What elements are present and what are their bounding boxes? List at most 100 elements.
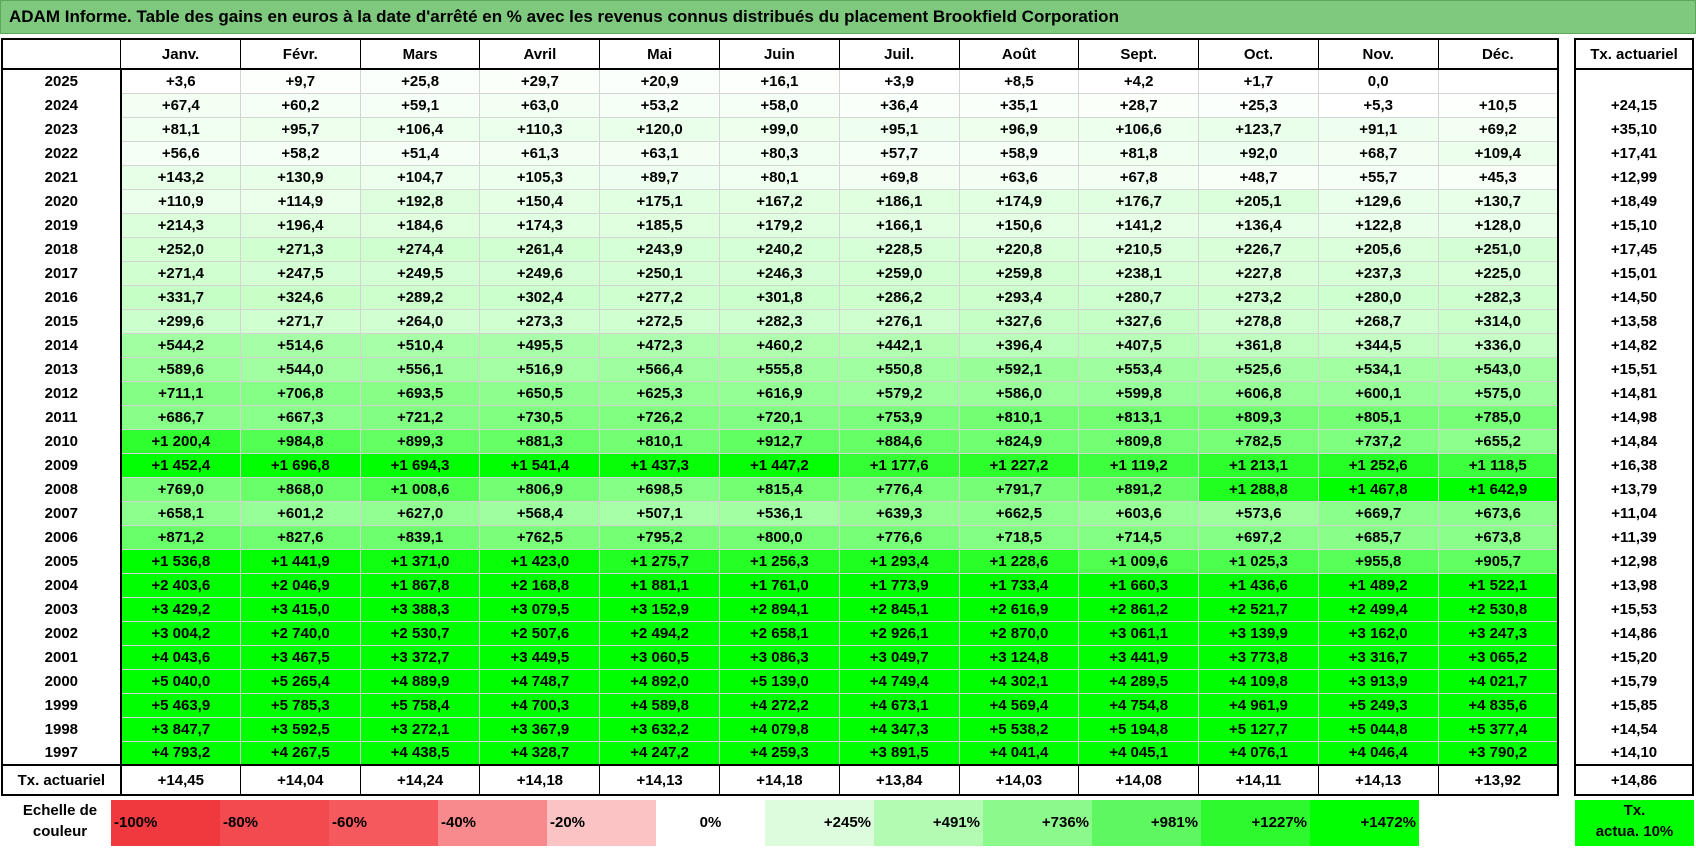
gain-cell: +186,1 (838, 188, 960, 214)
table-row: 2020 +110,9 +114,9 +192,8 +150,4 +175,1 +167,2… (2, 188, 1559, 214)
gain-cell: +28,7 (1078, 92, 1200, 118)
gain-cell: +3 467,5 (239, 644, 361, 670)
actuarial-rate-cell: +15,79 (1610, 672, 1658, 690)
gain-cell: +3,6 (120, 68, 241, 94)
actuarial-rate-row: +24,15 (1575, 93, 1693, 117)
gain-cell: +881,3 (479, 428, 601, 454)
table-row: 2015 +299,6 +271,7 +264,0 +273,3 +272,5 +282,3… (2, 308, 1559, 334)
gain-cell: +2 499,4 (1317, 596, 1439, 622)
gain-cell: +4 109,8 (1198, 668, 1319, 694)
gain-cell: +280,7 (1078, 284, 1200, 310)
gain-cell: +228,5 (838, 236, 960, 262)
gain-cell: +3 429,2 (120, 596, 241, 622)
gain-cell: +1 441,9 (239, 548, 361, 574)
gain-cell: +3 079,5 (479, 596, 601, 622)
actuarial-rate-cell: +15,10 (1610, 216, 1658, 234)
gain-cell: +4 438,5 (359, 740, 481, 766)
actuarial-rate-cell: +14,10 (1610, 744, 1658, 761)
gain-cell: +1 536,8 (120, 548, 241, 574)
gain-cell: +277,2 (599, 284, 720, 310)
gain-cell: +809,8 (1078, 428, 1200, 454)
gain-cell: +1 423,0 (479, 548, 601, 574)
total-rate-cell: +14,13 (1317, 764, 1439, 796)
actuarial-rate-row: +12,99 (1575, 165, 1693, 189)
total-rate-cell: +14,24 (359, 764, 480, 796)
gain-cell: +884,6 (838, 428, 960, 454)
actuarial-rate-cell: +35,10 (1610, 120, 1658, 138)
gain-cell: +2 894,1 (719, 596, 840, 622)
gain-cell: +3 152,9 (599, 596, 720, 622)
color-scale-label-line2: couleur (32, 823, 88, 840)
year-label: 2025 (2, 69, 122, 93)
gain-cell: +282,3 (1437, 284, 1559, 310)
actuarial-rate-cell: +15,51 (1610, 360, 1658, 378)
gain-cell: +1 522,1 (1437, 572, 1559, 598)
month-header: Juin (719, 39, 840, 70)
gain-cell: +1 467,8 (1317, 476, 1439, 502)
actuarial-legend-line2: actua. 10% (1595, 823, 1674, 840)
gain-cell: +80,1 (719, 164, 840, 190)
year-label: 2012 (2, 381, 122, 405)
gain-cell: +791,7 (958, 476, 1080, 502)
gain-cell: +673,8 (1437, 524, 1559, 550)
actuarial-rate-row: +16,38 (1575, 453, 1693, 477)
gain-cell: +720,1 (719, 404, 840, 430)
gain-cell: +5 463,9 (120, 692, 241, 718)
gain-cell: +4 569,4 (958, 692, 1080, 718)
gain-cell: +3 272,1 (359, 716, 481, 742)
gain-cell: +2 507,6 (479, 620, 601, 646)
gain-cell: +4 835,6 (1437, 692, 1559, 718)
gain-cell: +737,2 (1317, 428, 1439, 454)
color-scale-swatch: 0% (656, 800, 765, 846)
gain-cell: +460,2 (719, 332, 840, 358)
actuarial-rate-cell: +14,81 (1610, 384, 1658, 402)
month-header: Mai (599, 39, 720, 70)
actuarial-rate-row: +11,04 (1575, 501, 1693, 525)
gain-cell: +575,0 (1437, 380, 1559, 406)
gain-cell: +81,1 (120, 116, 241, 142)
gain-cell: +331,7 (120, 284, 241, 310)
gain-cell: +667,3 (239, 404, 361, 430)
gain-cell: +4 700,3 (479, 692, 601, 718)
gain-cell: +553,4 (1078, 356, 1200, 382)
gain-cell: +251,0 (1437, 236, 1559, 262)
gain-cell: +249,6 (479, 260, 601, 286)
year-label: 2005 (2, 549, 122, 573)
gain-cell: +114,9 (239, 188, 361, 214)
gain-cell: +2 494,2 (599, 620, 720, 646)
actuarial-rate-cell: +15,01 (1610, 264, 1658, 282)
gain-cell: +3 316,7 (1317, 644, 1439, 670)
gain-cell: +543,0 (1437, 356, 1559, 382)
gain-cell: +4 749,4 (838, 668, 960, 694)
gain-cell: +25,3 (1198, 92, 1319, 118)
color-scale-swatch: -80% (220, 800, 329, 846)
actuarial-rate-cell: +11,04 (1611, 504, 1657, 522)
color-scale-legend: Echelle de couleur -100% -80% -60% -40% -20%… (0, 798, 1696, 848)
gain-cell: +685,7 (1317, 524, 1439, 550)
gain-cell: +721,2 (359, 404, 481, 430)
gain-cell: +63,0 (479, 92, 601, 118)
color-scale-swatch: -40% (438, 800, 547, 846)
gain-cell: +769,0 (120, 476, 241, 502)
gain-cell: +1 025,3 (1198, 548, 1319, 574)
total-rate-cell: +14,45 (120, 764, 241, 796)
gain-cell: +92,0 (1198, 140, 1319, 166)
gain-cell: +1 008,6 (359, 476, 481, 502)
gain-cell: +109,4 (1437, 140, 1559, 166)
gain-cell: +129,6 (1317, 188, 1439, 214)
year-label: 2007 (2, 501, 122, 525)
actuarial-rate-cell: +14,86 (1610, 624, 1658, 642)
gain-cell: +3 388,3 (359, 596, 481, 622)
gain-cell: +58,9 (958, 140, 1080, 166)
gain-cell: +1 200,4 (120, 428, 241, 454)
gain-cell: +259,0 (838, 260, 960, 286)
gain-cell: +4 347,3 (838, 716, 960, 742)
gain-cell: +3 847,7 (120, 716, 241, 742)
gain-cell: +122,8 (1317, 212, 1439, 238)
total-rate-cell: +13,84 (838, 764, 960, 796)
gain-cell: +1,7 (1198, 68, 1319, 94)
month-header: Déc. (1437, 39, 1558, 70)
gain-cell: +810,1 (958, 404, 1080, 430)
gain-cell: +286,2 (838, 284, 960, 310)
actuarial-rate-cell: +15,20 (1610, 648, 1658, 666)
